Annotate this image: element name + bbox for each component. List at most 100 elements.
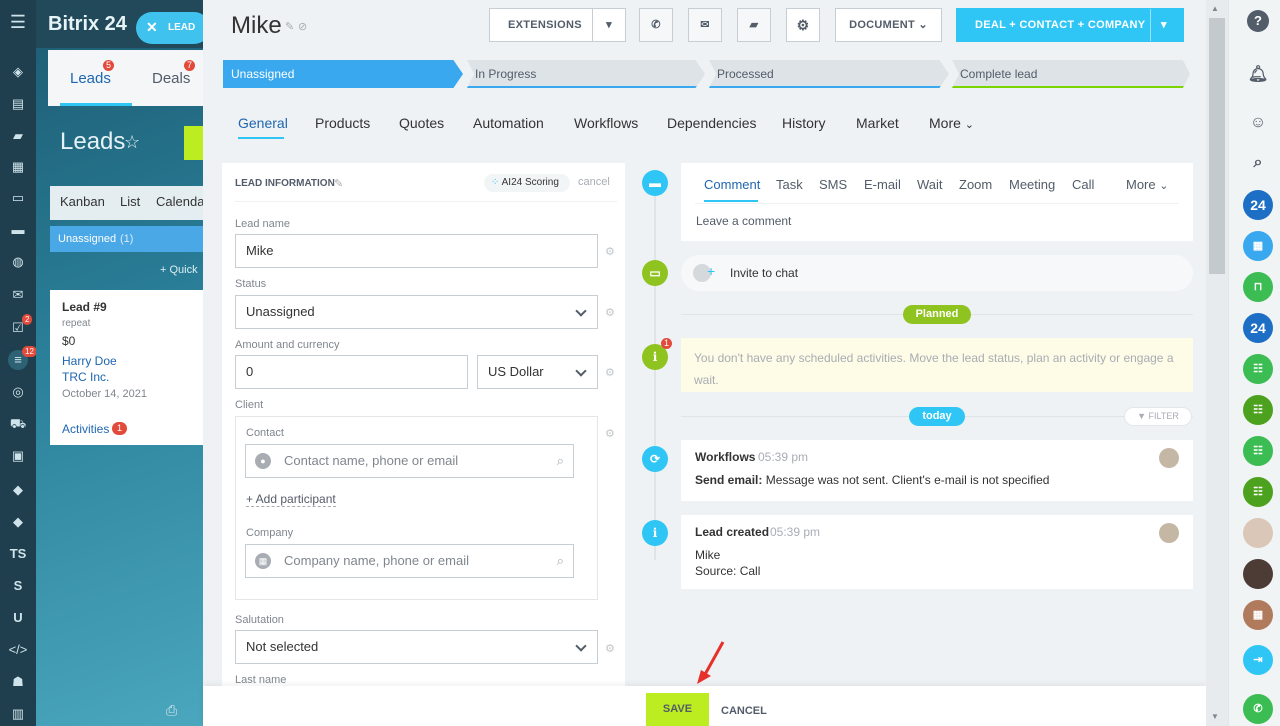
lead-tag[interactable]: ✕ LEAD	[136, 12, 210, 44]
view-calendar[interactable]: Calenda	[156, 194, 204, 209]
group-icon[interactable]: ☷	[1243, 436, 1273, 466]
bitrix24-icon[interactable]: 24	[1243, 313, 1273, 343]
link-icon[interactable]: ⊘	[298, 20, 307, 33]
stream-icon[interactable]: ◈	[8, 62, 28, 82]
document-button[interactable]: DOCUMENT ⌄	[835, 8, 942, 42]
cash-icon[interactable]: ▥	[8, 704, 28, 724]
robot-icon[interactable]: ☗	[8, 672, 28, 692]
star-icon[interactable]: ☆	[124, 132, 140, 153]
tab-products[interactable]: Products	[315, 115, 370, 131]
save-button[interactable]: SAVE	[646, 693, 709, 726]
tab-deals[interactable]: Deals	[152, 70, 190, 87]
messages-icon[interactable]: ☺	[1243, 108, 1273, 138]
stage-complete-lead[interactable]: Complete lead	[952, 60, 1190, 88]
activity-tab-meeting[interactable]: Meeting	[1009, 177, 1055, 192]
stage-processed[interactable]: Processed	[709, 60, 949, 88]
tab-quotes[interactable]: Quotes	[399, 115, 444, 131]
bitrix24-icon[interactable]: 24	[1243, 190, 1273, 220]
activity-tab-wait[interactable]: Wait	[917, 177, 943, 192]
ts-icon[interactable]: TS	[8, 544, 28, 564]
gear-icon[interactable]: ⚙	[605, 246, 617, 258]
activity-tab-task[interactable]: Task	[776, 177, 803, 192]
phone-button[interactable]: ✆	[639, 8, 673, 42]
box2-icon[interactable]: ◆	[8, 512, 28, 532]
drive-icon[interactable]: ▬	[8, 220, 28, 240]
email-button[interactable]: ✉	[688, 8, 722, 42]
tab-more[interactable]: More ⌄	[929, 115, 974, 131]
activity-tab-more[interactable]: More ⌄	[1126, 177, 1168, 192]
contact-search-input[interactable]: ● Contact name, phone or email ⌕	[245, 444, 574, 478]
lead-name-input[interactable]: Mike	[235, 234, 598, 268]
stage-in-progress[interactable]: In Progress	[467, 60, 705, 88]
help-icon[interactable]: ?	[1247, 10, 1269, 32]
activity-tab-call[interactable]: Call	[1072, 177, 1094, 192]
lock-icon[interactable]: ⊓	[1243, 272, 1273, 302]
calendar-icon[interactable]: ▦	[8, 157, 28, 177]
deal-contact-company-button[interactable]: DEAL + CONTACT + COMPANY ▾	[956, 8, 1184, 42]
tab-automation[interactable]: Automation	[473, 115, 544, 131]
stage-unassigned[interactable]: Unassigned	[223, 60, 463, 88]
chat-button[interactable]: ▰	[737, 8, 771, 42]
filter-button[interactable]: ▼ FILTER	[1124, 407, 1192, 426]
salutation-select[interactable]: Not selected	[235, 630, 598, 664]
cancel-button[interactable]: CANCEL	[721, 705, 767, 717]
extensions-dropdown[interactable]: ▾	[592, 8, 626, 42]
s-icon[interactable]: S	[8, 576, 28, 596]
activity-tab-zoom[interactable]: Zoom	[959, 177, 992, 192]
edit-title-icon[interactable]: ✎	[285, 20, 294, 33]
scrollbar-thumb[interactable]	[1209, 18, 1225, 274]
gear-icon[interactable]: ⚙	[605, 428, 617, 440]
gear-icon[interactable]: ⚙	[605, 307, 617, 319]
u-icon[interactable]: U	[8, 608, 28, 628]
calendar-icon[interactable]: ▦	[1243, 231, 1273, 261]
primary-dropdown-icon[interactable]: ▾	[1161, 9, 1167, 41]
company-search-input[interactable]: ▦ Company name, phone or email ⌕	[245, 544, 574, 578]
quick-add[interactable]: + Quick	[160, 264, 198, 276]
search-icon[interactable]: ⌕	[1243, 148, 1273, 178]
open-lines-icon[interactable]: ⇥	[1243, 645, 1273, 675]
bell-icon[interactable]: 🔔︎	[1243, 60, 1273, 90]
view-list[interactable]: List	[120, 194, 140, 209]
target-icon[interactable]: ◎	[8, 382, 28, 402]
ai-scoring-button[interactable]: ⁘ AI24 Scoring	[484, 174, 570, 192]
add-participant-link[interactable]: + Add participant	[246, 492, 336, 507]
gear-icon[interactable]: ⚙	[605, 367, 617, 379]
cancel-link[interactable]: cancel	[578, 176, 610, 188]
group-icon[interactable]: ☷	[1243, 354, 1273, 384]
activity-tab-email[interactable]: E-mail	[864, 177, 901, 192]
card-activities[interactable]: Activities	[62, 422, 109, 436]
invite-to-chat[interactable]: + Invite to chat	[681, 255, 1193, 291]
extensions-button[interactable]: EXTENSIONS	[489, 8, 593, 42]
edit-section-icon[interactable]: ✎	[334, 177, 343, 190]
box-icon[interactable]: ◆	[8, 480, 28, 500]
amount-input[interactable]: 0	[235, 355, 468, 389]
activity-tab-sms[interactable]: SMS	[819, 177, 847, 192]
code-icon[interactable]: </>	[8, 640, 28, 660]
card-company[interactable]: TRC Inc.	[62, 370, 109, 384]
print-icon[interactable]: ⎙	[166, 702, 177, 719]
card-icon[interactable]: ▣	[8, 446, 28, 466]
comment-input[interactable]: Leave a comment	[696, 214, 791, 228]
view-kanban[interactable]: Kanban	[60, 194, 105, 209]
scroll-up-icon[interactable]: ▲	[1211, 4, 1219, 13]
currency-select[interactable]: US Dollar	[477, 355, 598, 389]
gear-icon[interactable]: ⚙	[605, 643, 617, 655]
scrollbar[interactable]: ▲ ▼	[1206, 0, 1228, 726]
close-icon[interactable]: ✕	[146, 19, 158, 36]
phone-icon[interactable]: ✆	[1243, 694, 1273, 724]
docs-icon[interactable]: ▭	[8, 188, 28, 208]
group-icon[interactable]: ☷	[1243, 477, 1273, 507]
group-icon[interactable]: ☷	[1243, 395, 1273, 425]
card-contact[interactable]: Harry Doe	[62, 354, 117, 368]
tab-leads[interactable]: Leads	[70, 70, 111, 87]
scroll-down-icon[interactable]: ▼	[1211, 712, 1219, 721]
chat-icon[interactable]: ▰	[8, 126, 28, 146]
cart-icon[interactable]: ⛟	[8, 414, 28, 434]
menu-icon[interactable]: ☰	[8, 12, 28, 32]
tasks-icon[interactable]: ▤	[8, 94, 28, 114]
tab-general[interactable]: General	[238, 115, 288, 131]
tab-dependencies[interactable]: Dependencies	[667, 115, 757, 131]
avatar[interactable]	[1243, 518, 1273, 548]
avatar[interactable]	[1243, 559, 1273, 589]
settings-button[interactable]: ⚙	[786, 8, 820, 42]
